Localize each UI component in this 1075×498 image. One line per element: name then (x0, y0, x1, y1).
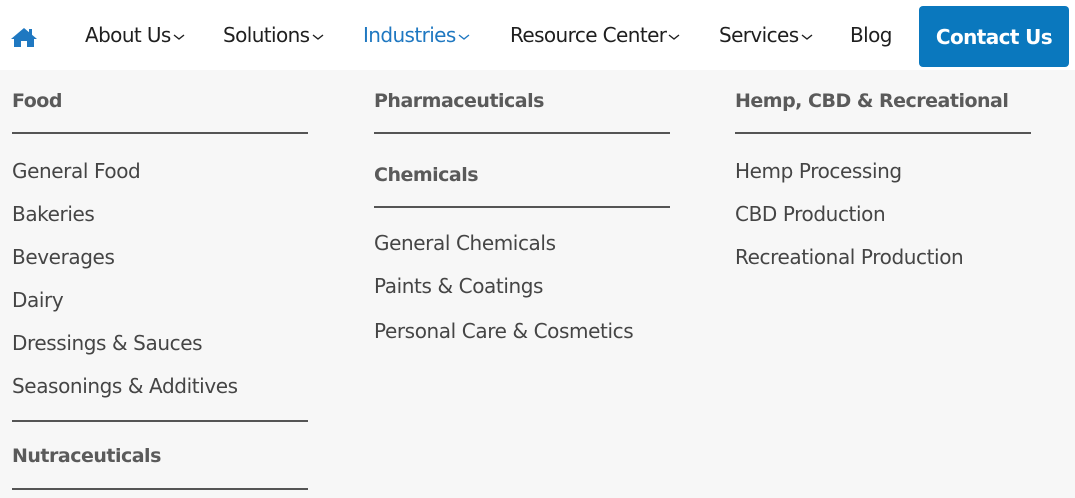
nav-about-us-label: About Us (85, 23, 171, 47)
nav-services[interactable]: Services (719, 22, 813, 48)
nav-solutions[interactable]: Solutions (223, 22, 324, 48)
menu-heading-pharmaceuticals[interactable]: Pharmaceuticals (374, 89, 544, 113)
nav-industries-label: Industries (363, 23, 456, 47)
menu-link-dressings-sauces[interactable]: Dressings & Sauces (12, 330, 203, 356)
menu-link-dairy[interactable]: Dairy (12, 287, 64, 313)
nav-services-label: Services (719, 23, 799, 47)
nav-about-us[interactable]: About Us (85, 22, 185, 48)
menu-link-general-chemicals[interactable]: General Chemicals (374, 230, 556, 256)
menu-link-recreational-production[interactable]: Recreational Production (735, 244, 964, 270)
divider (12, 132, 308, 134)
contact-us-button[interactable]: Contact Us (919, 6, 1069, 67)
menu-heading-hemp-cbd-recreational[interactable]: Hemp, CBD & Recreational (735, 89, 1009, 113)
divider (12, 488, 308, 490)
chevron-down-icon (668, 33, 680, 41)
divider (735, 132, 1031, 134)
chevron-down-icon (801, 33, 813, 41)
menu-heading-food[interactable]: Food (12, 89, 62, 113)
menu-heading-chemicals[interactable]: Chemicals (374, 163, 479, 187)
menu-heading-nutraceuticals[interactable]: Nutraceuticals (12, 444, 161, 468)
nav-industries[interactable]: Industries (363, 22, 470, 48)
nav-solutions-label: Solutions (223, 23, 310, 47)
menu-link-hemp-processing[interactable]: Hemp Processing (735, 158, 902, 184)
home-icon[interactable] (10, 26, 38, 48)
menu-link-seasonings-additives[interactable]: Seasonings & Additives (12, 373, 238, 399)
menu-link-paints-coatings[interactable]: Paints & Coatings (374, 273, 543, 299)
nav-blog-label: Blog (850, 23, 892, 47)
chevron-down-icon (312, 33, 324, 41)
menu-link-personal-care-cosmetics[interactable]: Personal Care & Cosmetics (374, 318, 634, 344)
divider (374, 132, 670, 134)
nav-resource-center-label: Resource Center (510, 23, 667, 47)
nav-resource-center[interactable]: Resource Center (510, 22, 680, 48)
menu-link-beverages[interactable]: Beverages (12, 244, 115, 270)
contact-us-label: Contact Us (935, 24, 1053, 49)
nav-blog[interactable]: Blog (850, 22, 892, 48)
divider (12, 420, 308, 422)
main-nav: About Us Solutions Industries Resource C… (0, 0, 1075, 70)
chevron-down-icon (458, 33, 470, 41)
menu-link-general-food[interactable]: General Food (12, 158, 141, 184)
chevron-down-icon (173, 33, 185, 41)
industries-mega-menu: Food General Food Bakeries Beverages Dai… (0, 70, 1075, 498)
menu-link-cbd-production[interactable]: CBD Production (735, 201, 886, 227)
divider (374, 206, 670, 208)
menu-link-bakeries[interactable]: Bakeries (12, 201, 95, 227)
